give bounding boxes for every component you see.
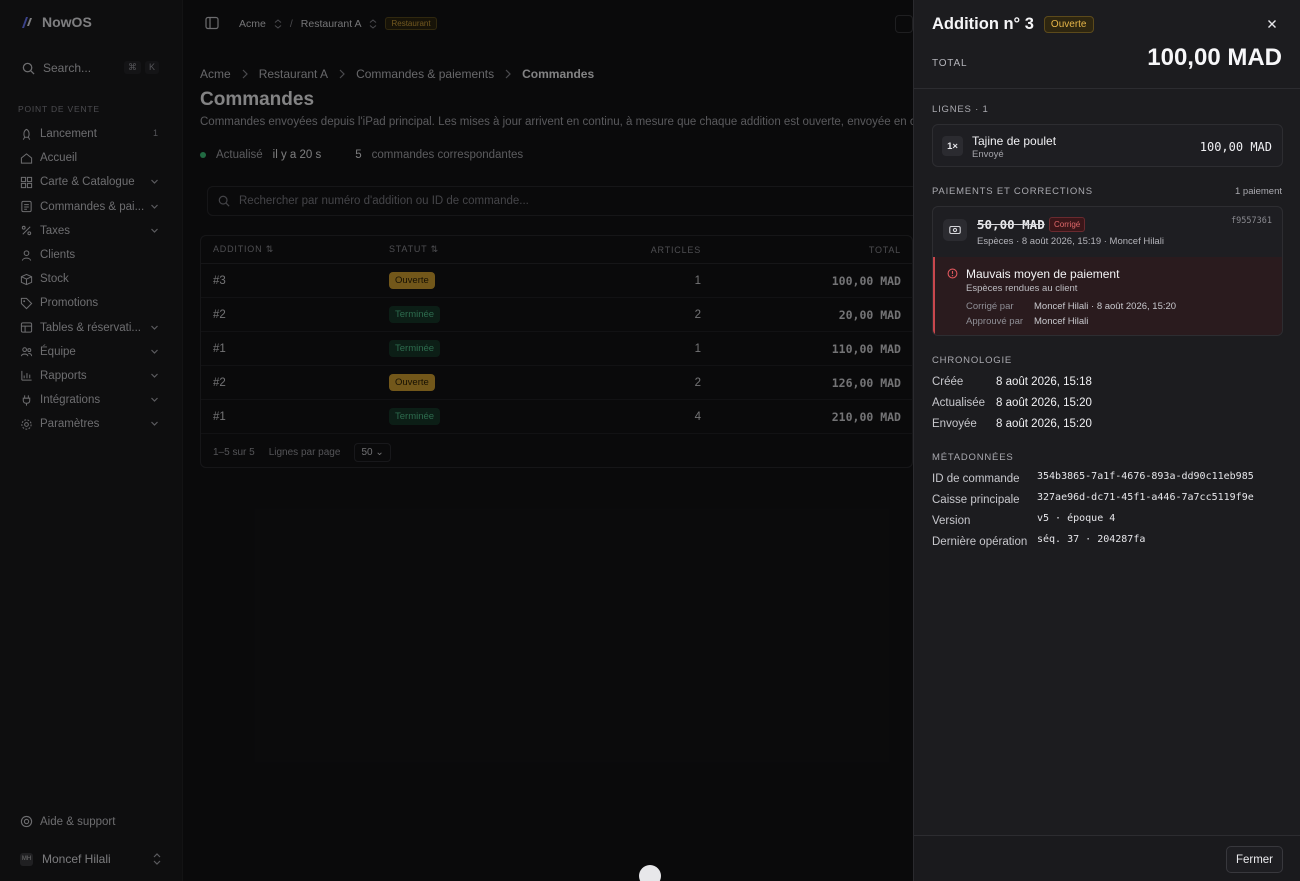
metadata-value[interactable]: 354b3865-7a1f-4676-893a-dd90c11eb985 — [1037, 471, 1254, 482]
metadata-row: Version v5 · époque 4 — [932, 513, 1115, 527]
metadata-value[interactable]: v5 · époque 4 — [1037, 513, 1115, 524]
corrected-by-value: Moncef Hilali · 8 août 2026, 15:20 — [1034, 301, 1177, 312]
metadata-label: Version — [932, 515, 971, 527]
chronology-row: Envoyée 8 août 2026, 15:20 — [932, 418, 1092, 430]
chronology-value: 8 août 2026, 15:20 — [996, 418, 1092, 430]
corrected-by-row: Corrigé par Moncef Hilali · 8 août 2026,… — [966, 301, 1176, 312]
line-name: Tajine de poulet — [972, 134, 1057, 148]
metadata-value[interactable]: 327ae96d-dc71-45f1-a446-7a7cc5119f9e — [1037, 492, 1254, 503]
metadata-value[interactable]: séq. 37 · 204287fa — [1037, 534, 1145, 545]
drawer-title: Addition n° 3 — [932, 15, 1034, 33]
approved-by-row: Approuvé par Moncef Hilali — [966, 316, 1088, 327]
cash-icon — [943, 219, 967, 241]
chronology-label: Envoyée — [932, 418, 977, 430]
total-value: 100,00 MAD — [1147, 44, 1282, 71]
status-badge: Ouverte — [1043, 16, 1094, 33]
alert-icon — [947, 268, 958, 279]
order-line: 1× Tajine de poulet Envoyé 100,00 MAD — [932, 124, 1283, 167]
approved-by-value: Moncef Hilali — [1034, 316, 1089, 327]
order-detail-drawer: Addition n° 3 Ouverte TOTAL 100,00 MAD L… — [913, 0, 1300, 881]
close-button[interactable]: Fermer — [1225, 846, 1283, 873]
metadata-row: Caisse principale 327ae96d-dc71-45f1-a446… — [932, 492, 1254, 506]
chronology-value: 8 août 2026, 15:20 — [996, 397, 1092, 409]
correction-title: Mauvais moyen de paiement — [966, 267, 1120, 281]
chronology-label: Créée — [932, 376, 964, 388]
chronology-row: Actualisée 8 août 2026, 15:20 — [932, 397, 1092, 409]
line-amount: 100,00 MAD — [1199, 140, 1272, 154]
chronology-row: Créée 8 août 2026, 15:18 — [932, 376, 1092, 388]
correction-subtitle: Espèces rendues au client — [966, 283, 1078, 294]
chronology-value: 8 août 2026, 15:18 — [996, 376, 1092, 388]
line-quantity: 1× — [942, 136, 963, 156]
close-icon[interactable] — [1266, 18, 1278, 30]
chronology-section-label: CHRONOLOGIE — [932, 355, 1013, 366]
drawer-title-row: Addition n° 3 Ouverte — [932, 15, 1094, 34]
payments-count: 1 paiement — [1234, 186, 1282, 197]
metadata-row: Dernière opération séq. 37 · 204287fa — [932, 534, 1145, 548]
divider — [914, 88, 1300, 89]
payments-section-label: PAIEMENTS ET CORRECTIONS — [932, 186, 1093, 197]
metadata-row: ID de commande 354b3865-7a1f-4676-893a-dd… — [932, 471, 1254, 485]
corrected-badge: Corrigé — [1049, 217, 1086, 232]
corrected-by-label: Corrigé par — [966, 301, 1014, 312]
payment-card: 50,00 MAD Corrigé f9557361 Espèces · 8 a… — [932, 206, 1283, 336]
metadata-label: Dernière opération — [932, 536, 1028, 548]
lines-section-label: LIGNES · 1 — [932, 104, 989, 115]
drawer-footer: Fermer — [914, 835, 1300, 881]
payment-ref: f9557361 — [1231, 216, 1272, 226]
floating-widget-button[interactable] — [639, 865, 661, 881]
payment-amount: 50,00 MAD — [977, 217, 1045, 232]
approved-by-label: Approuvé par — [966, 316, 1024, 327]
total-label: TOTAL — [932, 58, 968, 69]
line-status: Envoyé — [972, 149, 1004, 160]
metadata-section-label: MÉTADONNÉES — [932, 452, 1014, 463]
metadata-label: ID de commande — [932, 473, 1020, 485]
correction-box: Mauvais moyen de paiement Espèces rendue… — [933, 257, 1282, 335]
chronology-label: Actualisée — [932, 397, 986, 409]
payment-meta: Espèces · 8 août 2026, 15:19 · Moncef Hi… — [977, 236, 1164, 247]
metadata-label: Caisse principale — [932, 494, 1020, 506]
